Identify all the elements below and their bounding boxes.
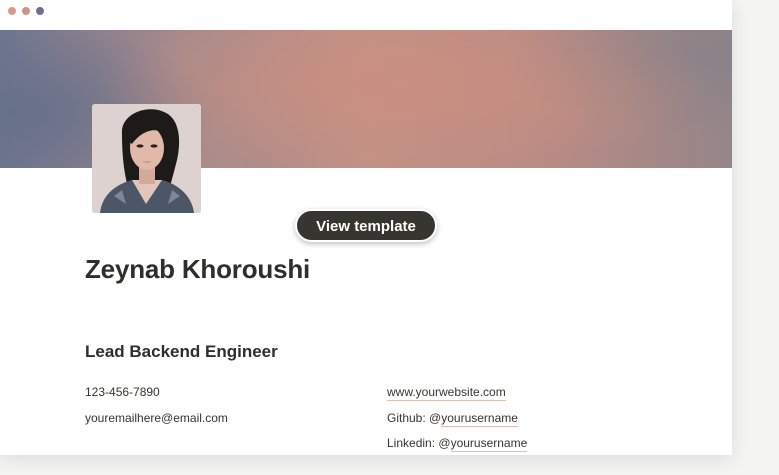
phone-number: 123-456-7890 <box>85 385 160 399</box>
view-template-button[interactable]: View template <box>295 209 437 242</box>
maximize-dot-icon[interactable] <box>36 7 44 15</box>
website-link[interactable]: www.yourwebsite.com <box>387 385 506 401</box>
email-address: youremailhere@email.com <box>85 411 228 425</box>
github-row: Github: @yourusername <box>387 411 518 427</box>
profile-photo <box>92 104 201 213</box>
close-dot-icon[interactable] <box>8 7 16 15</box>
portrait-icon <box>92 104 201 213</box>
profile-role: Lead Backend Engineer <box>85 342 278 361</box>
linkedin-link[interactable]: yourusername <box>450 436 528 452</box>
minimize-dot-icon[interactable] <box>22 7 30 15</box>
github-prefix: Github: @ <box>387 411 442 425</box>
profile-name: Zeynab Khoroushi <box>85 254 311 284</box>
window-controls <box>8 7 44 17</box>
linkedin-row: Linkedin: @yourusername <box>387 436 528 452</box>
linkedin-prefix: Linkedin: @ <box>387 436 451 450</box>
website-row: www.yourwebsite.com <box>387 385 506 401</box>
github-link[interactable]: yourusername <box>441 411 518 427</box>
browser-window: View template Zeynab Khoroushi Lead Back… <box>0 0 732 455</box>
